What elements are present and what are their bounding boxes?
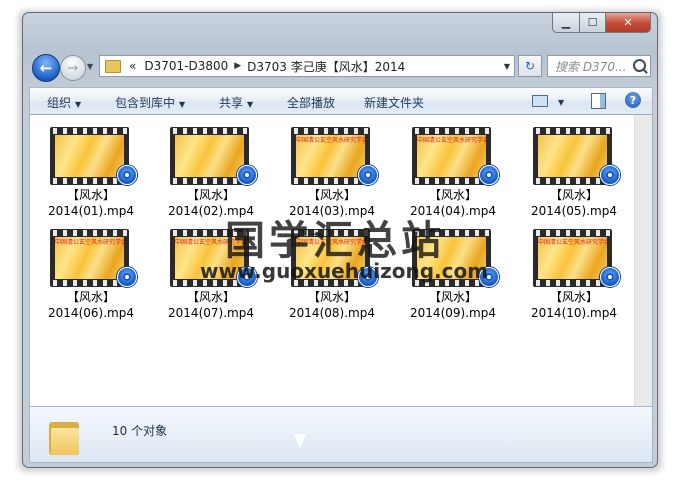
search-placeholder: 搜索 D370... (555, 59, 627, 74)
watermark-title: 国学汇总站 (225, 217, 445, 264)
view-dropdown-icon[interactable]: ▼ (554, 94, 564, 108)
media-player-icon (237, 165, 257, 185)
include-in-library-button[interactable]: 包含到库中 ▼ (115, 94, 185, 111)
media-player-icon (600, 267, 620, 287)
address-dropdown-icon[interactable]: ▼ (504, 62, 510, 71)
breadcrumb-separator-icon[interactable]: ▶ (234, 61, 241, 71)
organize-label: 组织 (47, 96, 72, 110)
new-folder-button[interactable]: 新建文件夹 (364, 94, 424, 111)
maximize-button[interactable]: ☐ (580, 13, 606, 33)
minimize-icon: ▁ (561, 16, 571, 29)
share-button[interactable]: 共享 ▼ (219, 94, 253, 111)
file-item[interactable]: 中国清公玄空风水研究学会 【风水】 2014(10).mp4 (521, 229, 621, 325)
breadcrumb-current[interactable]: D3703 李己庚【风水】2014 (247, 58, 405, 75)
chevron-down-icon: ▼ (247, 100, 254, 109)
media-player-icon (600, 165, 620, 185)
minimize-button[interactable]: ▁ (552, 13, 580, 33)
file-name: 【风水】 2014(06).mp4 (48, 290, 134, 320)
thumbnail-text: 中国清公玄空风水研究学会 (296, 137, 365, 144)
search-icon[interactable] (633, 59, 646, 72)
play-all-button[interactable]: 全部播放 (287, 94, 335, 111)
breadcrumb-overflow[interactable]: « (129, 59, 136, 73)
thumbnail-text: 中国清公玄空风水研究学会 (417, 137, 486, 144)
forward-arrow-icon: → (67, 60, 79, 76)
organize-button[interactable]: 组织 ▼ (47, 94, 81, 111)
file-item[interactable]: 中国清公玄空风水研究学会 【风水】 2014(06).mp4 (38, 229, 138, 325)
new-folder-label: 新建文件夹 (364, 96, 425, 110)
file-name: 【风水】 2014(09).mp4 (410, 290, 496, 320)
media-player-icon (117, 267, 137, 287)
help-icon: ? (629, 93, 637, 107)
include-library-label: 包含到库中 (115, 96, 176, 110)
command-bar: 组织 ▼ 包含到库中 ▼ 共享 ▼ 全部播放 新建文件夹 ▼ ? (29, 87, 653, 115)
folder-icon (49, 419, 79, 455)
item-count: 10 个对象 (112, 424, 168, 438)
address-bar[interactable]: « D3701-D3800 ▶ D3703 李己庚【风水】2014 ▼ (99, 55, 515, 77)
close-button[interactable]: ✕ (606, 13, 651, 33)
play-all-label: 全部播放 (287, 96, 336, 110)
file-item[interactable]: 【风水】 2014(01).mp4 (38, 127, 138, 223)
file-name: 【风水】 2014(05).mp4 (531, 188, 617, 218)
caption-buttons: ▁ ☐ ✕ (552, 13, 651, 33)
forward-button[interactable]: → (60, 55, 86, 81)
media-player-icon (117, 165, 137, 185)
view-options-icon[interactable] (532, 95, 548, 107)
folder-icon (105, 59, 121, 73)
navigation-bar: ← → ▼ « D3701-D3800 ▶ D3703 李己庚【风水】2014 … (29, 53, 653, 82)
maximize-icon: ☐ (587, 16, 598, 29)
watermark-url: www.guoxuehuizong.com (200, 259, 489, 283)
help-button[interactable]: ? (625, 92, 641, 108)
file-item[interactable]: 【风水】 2014(05).mp4 (521, 127, 621, 223)
details-pane: 10 个对象 (29, 406, 653, 463)
share-label: 共享 (219, 96, 244, 110)
recent-pages-dropdown[interactable]: ▼ (87, 62, 93, 71)
file-name: 【风水】 2014(10).mp4 (531, 290, 617, 320)
media-player-icon (358, 165, 378, 185)
preview-pane-button[interactable] (591, 93, 606, 109)
mouse-cursor-icon (294, 434, 306, 448)
scrollbar[interactable] (634, 115, 652, 406)
refresh-icon: ↻ (524, 59, 536, 73)
chevron-down-icon: ▼ (179, 100, 186, 109)
close-icon: ✕ (623, 16, 633, 29)
chevron-down-icon: ▼ (75, 100, 82, 109)
back-arrow-icon: ← (39, 59, 53, 77)
refresh-button[interactable]: ↻ (518, 55, 542, 77)
thumbnail-text: 中国清公玄空风水研究学会 (55, 239, 124, 246)
media-player-icon (479, 165, 499, 185)
file-name: 【风水】 2014(07).mp4 (168, 290, 254, 320)
search-input[interactable]: 搜索 D370... (547, 55, 651, 77)
breadcrumb-parent[interactable]: D3701-D3800 (144, 59, 228, 73)
thumbnail-text: 中国清公玄空风水研究学会 (538, 239, 607, 246)
back-button[interactable]: ← (32, 54, 60, 82)
file-name: 【风水】 2014(08).mp4 (289, 290, 375, 320)
file-name: 【风水】 2014(01).mp4 (48, 188, 134, 218)
